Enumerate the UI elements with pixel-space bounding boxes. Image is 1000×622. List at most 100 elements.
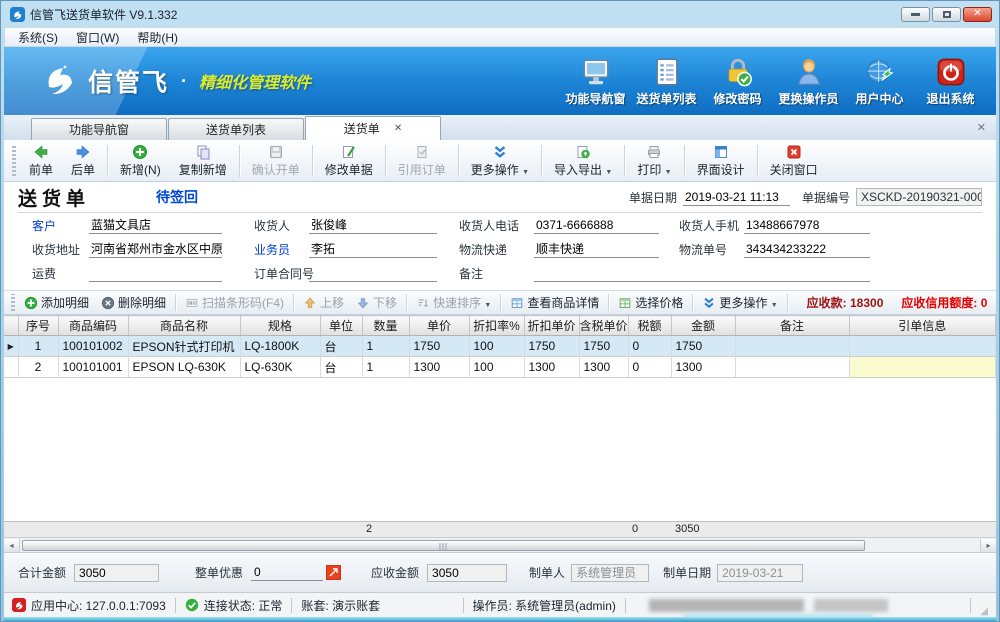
table-row[interactable]: ▶1100101002EPSON针式打印机LQ-1800K台1175010017…	[4, 336, 996, 357]
menu-item-system[interactable]: 系统(S)	[9, 27, 67, 48]
detail-toolbar-grip[interactable]	[11, 294, 15, 311]
tabstrip-close-icon[interactable]: ✕	[977, 121, 986, 134]
table-cell[interactable]: 1750	[671, 336, 735, 357]
column-header[interactable]: 序号	[18, 316, 58, 336]
table-cell[interactable]: 1750	[524, 336, 579, 357]
table-cell[interactable]: LQ-630K	[240, 357, 320, 378]
table-cell[interactable]: 1	[362, 336, 409, 357]
mobile-field[interactable]: 13488667978	[744, 217, 870, 234]
toolbar-button-add-new[interactable]: 新增(N)	[111, 142, 170, 180]
table-cell[interactable]: 1	[362, 357, 409, 378]
menu-item-help[interactable]: 帮助(H)	[128, 27, 187, 48]
detail-button-more-detail-ops[interactable]: 更多操作 ▼	[696, 293, 783, 312]
doc-date-field[interactable]: 2019-03-21 11:13	[683, 189, 790, 206]
scroll-right-icon[interactable]: ▸	[980, 539, 996, 552]
column-header[interactable]: 折扣单价	[524, 316, 579, 336]
tab-close-icon[interactable]: ✕	[394, 123, 402, 134]
column-header[interactable]: 单位	[320, 316, 362, 336]
table-cell[interactable]: 100101001	[58, 357, 128, 378]
column-header[interactable]: 备注	[735, 316, 849, 336]
toolbar-button-ref-order[interactable]: 引用订单	[389, 142, 455, 180]
banner-action-nav-window[interactable]: 功能导航窗	[560, 56, 631, 107]
toolbar-button-import-export[interactable]: 导入导出 ▼	[545, 142, 621, 180]
table-cell[interactable]: 0	[628, 336, 671, 357]
column-header[interactable]: 含税单价	[579, 316, 628, 336]
phone-field[interactable]: 0371-6666888	[534, 217, 659, 234]
table-cell[interactable]: LQ-1800K	[240, 336, 320, 357]
freight-field[interactable]	[89, 265, 222, 282]
column-header[interactable]: 数量	[362, 316, 409, 336]
menu-item-window[interactable]: 窗口(W)	[67, 27, 128, 48]
maximize-button[interactable]	[932, 7, 961, 22]
toolbar-button-modify-order[interactable]: 修改单据	[316, 142, 382, 180]
table-cell[interactable]: EPSON LQ-630K	[128, 357, 240, 378]
toolbar-button-print[interactable]: 打印 ▼	[628, 142, 680, 180]
banner-action-exit-system[interactable]: 退出系统	[915, 56, 986, 107]
detail-button-scan-barcode[interactable]: 扫描条形码(F4)	[179, 293, 290, 312]
detail-button-move-down[interactable]: 下移	[350, 293, 403, 312]
banner-action-order-list[interactable]: 送货单列表	[631, 56, 702, 107]
tracking-field[interactable]: 343434233222	[744, 241, 870, 258]
salesman-field[interactable]: 李拓	[309, 241, 437, 258]
table-cell[interactable]: 100	[469, 336, 524, 357]
column-header[interactable]: 商品编码	[58, 316, 128, 336]
scroll-left-icon[interactable]: ◂	[4, 539, 20, 552]
column-header[interactable]: 引单信息	[849, 316, 996, 336]
table-cell[interactable]	[735, 357, 849, 378]
table-cell[interactable]: 2	[18, 357, 58, 378]
detail-button-view-product[interactable]: 查看商品详情	[504, 293, 605, 312]
tab-nav-window[interactable]: 功能导航窗	[31, 118, 167, 140]
detail-button-move-up[interactable]: 上移	[297, 293, 350, 312]
toolbar-grip[interactable]	[12, 146, 16, 176]
toolbar-button-prev-order[interactable]: 前单	[20, 142, 62, 180]
toolbar-button-more-ops[interactable]: 更多操作 ▼	[462, 142, 538, 180]
banner-action-user-center[interactable]: 用户中心	[844, 56, 915, 107]
table-cell[interactable]: 100	[469, 357, 524, 378]
column-header[interactable]: 单价	[409, 316, 469, 336]
discount-field[interactable]: 0	[251, 564, 323, 581]
table-cell[interactable]: 台	[320, 336, 362, 357]
table-cell[interactable]: EPSON针式打印机	[128, 336, 240, 357]
table-cell[interactable]	[735, 336, 849, 357]
column-header[interactable]: 折扣率%	[469, 316, 524, 336]
column-header[interactable]: 商品名称	[128, 316, 240, 336]
table-cell[interactable]: 1750	[579, 336, 628, 357]
table-cell[interactable]: 1300	[579, 357, 628, 378]
contract-field[interactable]	[309, 265, 437, 282]
banner-action-change-password[interactable]: 修改密码	[702, 56, 773, 107]
table-cell[interactable]: 台	[320, 357, 362, 378]
minimize-button[interactable]	[901, 7, 930, 22]
table-cell[interactable]: 1750	[409, 336, 469, 357]
customer-field[interactable]: 蓝猫文具店	[89, 217, 222, 234]
logistics-field[interactable]: 顺丰快递	[534, 241, 659, 258]
scrollbar-thumb[interactable]	[22, 540, 865, 551]
table-cell[interactable]: 0	[628, 357, 671, 378]
column-header[interactable]: 规格	[240, 316, 320, 336]
toolbar-button-ui-design[interactable]: 界面设计	[688, 142, 754, 180]
toolbar-button-confirm-order[interactable]: 确认开单	[243, 142, 309, 180]
table-cell[interactable]: 1300	[671, 357, 735, 378]
column-header[interactable]: 金额	[671, 316, 735, 336]
table-row[interactable]: 2100101001EPSON LQ-630KLQ-630K台113001001…	[4, 357, 996, 378]
detail-button-choose-price[interactable]: 选择价格	[612, 293, 689, 312]
remark-field[interactable]	[534, 265, 870, 282]
banner-action-switch-operator[interactable]: 更换操作员	[773, 56, 844, 107]
consignee-field[interactable]: 张俊峰	[309, 217, 437, 234]
tab-delivery-order[interactable]: 送货单✕	[305, 116, 441, 140]
detail-button-add-detail[interactable]: 添加明细	[18, 293, 95, 312]
discount-edit-icon[interactable]	[326, 565, 341, 580]
toolbar-button-next-order[interactable]: 后单	[62, 142, 104, 180]
column-header[interactable]	[4, 316, 18, 336]
salesman-link[interactable]: 业务员	[254, 241, 309, 258]
column-header[interactable]: 税额	[628, 316, 671, 336]
customer-link[interactable]: 客户	[32, 217, 89, 234]
toolbar-button-copy-new[interactable]: 复制新增	[170, 142, 236, 180]
table-cell[interactable]	[849, 357, 996, 378]
toolbar-button-close-window[interactable]: 关闭窗口	[761, 142, 827, 180]
table-cell[interactable]: 1300	[524, 357, 579, 378]
detail-button-quick-sort[interactable]: 快速排序 ▼	[410, 293, 497, 312]
resize-grip-icon[interactable]: ◢	[980, 606, 988, 617]
detail-button-delete-detail[interactable]: 删除明细	[95, 293, 172, 312]
table-cell[interactable]: 1	[18, 336, 58, 357]
table-cell[interactable]: 1300	[409, 357, 469, 378]
